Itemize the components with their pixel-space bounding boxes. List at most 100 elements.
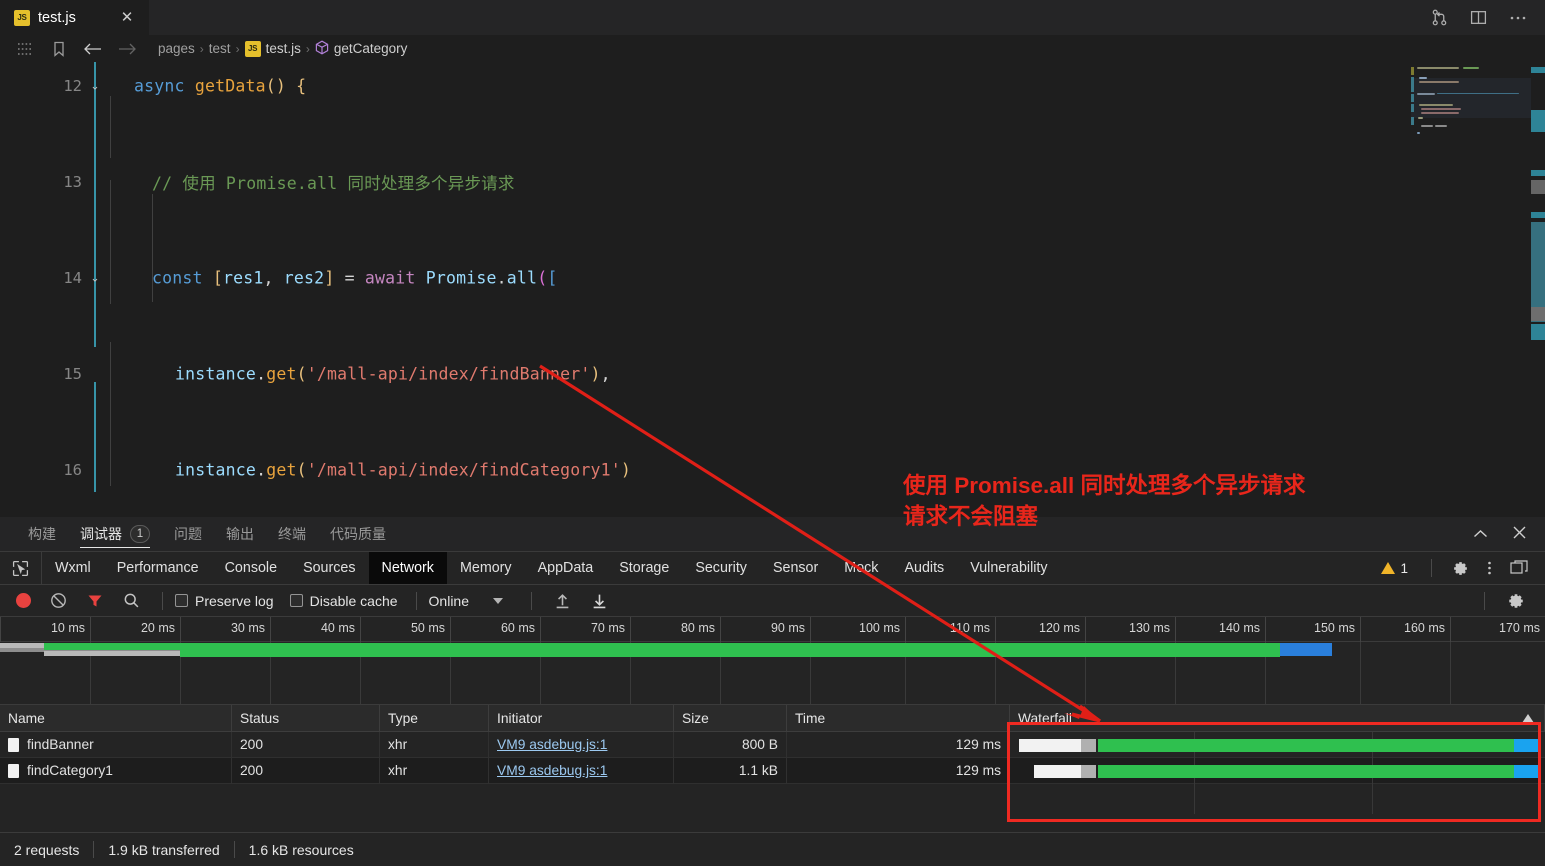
- network-overview-timeline[interactable]: 10 ms 20 ms 30 ms 40 ms 50 ms 60 ms 70 m…: [0, 617, 1545, 705]
- more-options-icon[interactable]: [1478, 559, 1501, 577]
- breadcrumb-item-test[interactable]: test: [209, 41, 231, 56]
- clear-icon[interactable]: [40, 592, 77, 609]
- devtools-tab-network[interactable]: Network: [368, 552, 447, 584]
- throttling-select-value[interactable]: Online: [429, 593, 469, 609]
- editor-scrollbar[interactable]: [1531, 62, 1545, 517]
- code-editor[interactable]: 12 ⌄ async getData() { 13 // 使用 Promise.…: [0, 62, 1545, 517]
- editor-tab-test-js[interactable]: JS test.js ✕: [0, 0, 150, 35]
- tick-label: 50 ms: [410, 621, 445, 635]
- table-row[interactable]: findBanner 200 xhr VM9 asdebug.js:1 800 …: [0, 731, 1545, 758]
- column-header-size[interactable]: Size: [674, 704, 787, 732]
- editor-minimap[interactable]: [1411, 62, 1531, 517]
- upload-har-icon[interactable]: [544, 592, 581, 609]
- devtools-tab-wxml[interactable]: Wxml: [42, 552, 104, 584]
- devtools-tab-mock[interactable]: Mock: [831, 552, 891, 584]
- filter-icon[interactable]: [77, 593, 113, 609]
- devtools-tab-sensor[interactable]: Sensor: [760, 552, 831, 584]
- waterfall-download: [1098, 764, 1514, 778]
- forward-arrow-icon[interactable]: [110, 42, 144, 56]
- column-header-waterfall[interactable]: Waterfall: [1010, 704, 1545, 732]
- devtools-tab-appdata[interactable]: AppData: [525, 552, 607, 584]
- annotation-line-1: 使用 Promise.all 同时处理多个异步请求: [903, 473, 1306, 498]
- dock-panel-icon[interactable]: [1501, 560, 1537, 576]
- request-name: findCategory1: [27, 763, 113, 778]
- more-actions-icon[interactable]: [1509, 15, 1527, 21]
- column-header-type[interactable]: Type: [380, 704, 489, 732]
- checkbox-box: [289, 594, 303, 607]
- devtools-tab-memory[interactable]: Memory: [447, 552, 525, 584]
- initiator-link[interactable]: VM9 asdebug.js:1: [497, 763, 607, 778]
- type-value: xhr: [388, 763, 408, 778]
- panel-tab-output[interactable]: 输出: [214, 517, 266, 551]
- panel-tab-terminal[interactable]: 终端: [266, 517, 318, 551]
- overview-bar-download: [44, 643, 1280, 650]
- cell-name: findCategory1: [0, 757, 232, 784]
- fold-chevron-icon[interactable]: ⌄: [88, 272, 102, 285]
- inspect-element-icon[interactable]: [0, 552, 42, 584]
- warning-indicator[interactable]: 1: [1381, 561, 1420, 576]
- editor-tab-actions: [1431, 0, 1545, 35]
- panel-tab-debugger[interactable]: 调试器 1: [68, 517, 162, 551]
- column-header-initiator[interactable]: Initiator: [489, 704, 674, 732]
- header-label: Status: [240, 710, 280, 726]
- split-editor-icon[interactable]: [1470, 9, 1487, 26]
- tab-label: Console: [224, 560, 278, 576]
- status-value: 200: [240, 763, 264, 778]
- devtools-tab-actions: 1: [1381, 552, 1545, 584]
- download-har-icon[interactable]: [581, 592, 618, 609]
- record-button[interactable]: [16, 593, 31, 608]
- breadcrumb-item-pages[interactable]: pages: [158, 41, 195, 56]
- tab-label: Network: [381, 560, 434, 576]
- search-icon[interactable]: [113, 592, 150, 609]
- devtools-tab-sources[interactable]: Sources: [290, 552, 368, 584]
- cell-waterfall: [1010, 757, 1545, 784]
- table-header-row: Name Status Type Initiator Size Time Wat…: [0, 704, 1545, 732]
- app-root: JS test.js ✕ pages › test › JS test.js ›…: [0, 0, 1545, 866]
- code-line: 15 instance.get('/mall-api/index/findBan…: [0, 350, 1545, 398]
- request-count: 2 requests: [14, 841, 80, 858]
- tab-label: Sources: [303, 560, 356, 576]
- panel-tab-code-quality[interactable]: 代码质量: [318, 517, 398, 551]
- devtools-tab-performance[interactable]: Performance: [104, 552, 212, 584]
- bookmark-icon[interactable]: [42, 41, 76, 57]
- chevron-up-icon[interactable]: [1473, 526, 1488, 542]
- disable-cache-checkbox[interactable]: Disable cache: [289, 593, 398, 609]
- breadcrumb-item-getcategory[interactable]: getCategory: [334, 41, 408, 56]
- panel-tab-problems[interactable]: 问题: [162, 517, 214, 551]
- preserve-log-checkbox[interactable]: Preserve log: [175, 593, 274, 609]
- fold-chevron-icon[interactable]: ⌄: [88, 80, 102, 93]
- breadcrumb: pages › test › JS test.js › getCategory: [0, 35, 1545, 62]
- header-label: Initiator: [497, 710, 543, 726]
- tab-label: Mock: [844, 560, 879, 576]
- breadcrumb-item-test-js[interactable]: test.js: [266, 41, 301, 56]
- devtools-tab-audits[interactable]: Audits: [891, 552, 957, 584]
- devtools-tab-storage[interactable]: Storage: [606, 552, 682, 584]
- devtools-tab-vulnerability[interactable]: Vulnerability: [957, 552, 1060, 584]
- cell-status: 200: [232, 731, 380, 758]
- tab-label: Wxml: [55, 560, 91, 576]
- network-settings-gear-icon[interactable]: [1497, 592, 1535, 610]
- column-header-status[interactable]: Status: [232, 704, 380, 732]
- line-number: 16: [63, 461, 82, 479]
- close-icon[interactable]: ✕: [117, 10, 137, 25]
- type-value: xhr: [388, 737, 408, 752]
- devtools-tab-security[interactable]: Security: [682, 552, 760, 584]
- source-control-icon[interactable]: [1431, 9, 1448, 26]
- panel-actions: [1473, 525, 1545, 543]
- tab-label: Sensor: [772, 560, 819, 576]
- cell-time: 129 ms: [787, 731, 1010, 758]
- table-row[interactable]: findCategory1 200 xhr VM9 asdebug.js:1 1…: [0, 757, 1545, 784]
- code-line: 12 ⌄ async getData() {: [0, 62, 1545, 110]
- initiator-link[interactable]: VM9 asdebug.js:1: [497, 737, 607, 752]
- back-arrow-icon[interactable]: [76, 42, 110, 56]
- column-header-name[interactable]: Name: [0, 704, 232, 732]
- scrollbar-thumb[interactable]: [1531, 180, 1545, 194]
- column-header-time[interactable]: Time: [787, 704, 1010, 732]
- code-text: instance.get('/mall-api/index/findCatego…: [175, 460, 632, 480]
- settings-gear-icon[interactable]: [1443, 560, 1478, 577]
- panel-tab-build[interactable]: 构建: [16, 517, 68, 551]
- close-icon[interactable]: [1512, 525, 1527, 543]
- chevron-down-icon[interactable]: [477, 597, 519, 604]
- list-icon[interactable]: [8, 42, 42, 56]
- devtools-tab-console[interactable]: Console: [212, 552, 290, 584]
